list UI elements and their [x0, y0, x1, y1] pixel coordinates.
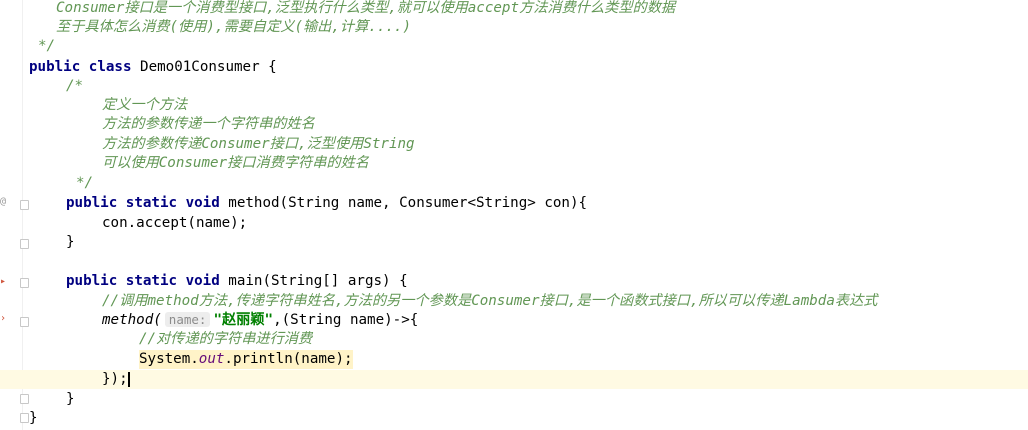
code-line[interactable]: }: [0, 390, 1028, 409]
statement: });: [102, 370, 130, 389]
comment-segment: 方法消费什么类型的数据: [519, 0, 676, 16]
comment-text: */: [38, 38, 56, 54]
code-line[interactable]: */: [0, 37, 1028, 56]
comment-segment: accept: [467, 0, 519, 16]
method-ref: .println(: [224, 351, 302, 367]
keyword: public class: [29, 59, 132, 75]
comment-text: //对传递的字符串进行消费: [139, 331, 313, 347]
method-name: method(: [102, 312, 162, 328]
code-line[interactable]: 至于具体怎么消费(使用),需要自定义(输出,计算....): [0, 18, 1028, 37]
comment-text: 方法的参数传递一个字符串的姓名: [102, 116, 315, 132]
comment-segment: Consumer: [158, 155, 228, 171]
comment-segment: String: [363, 136, 415, 152]
comment-segment: 方法的参数传递: [102, 136, 202, 152]
code-line[interactable]: 定义一个方法: [0, 96, 1028, 115]
code-line[interactable]: public static void method(String name, C…: [0, 194, 1028, 213]
method-signature: method(String name, Consumer<String> con…: [219, 195, 588, 211]
comment-segment: 接口是一个消费型接口,泛型执行什么类型,就可以使用: [124, 0, 468, 16]
class-ref: System.: [139, 351, 199, 367]
comment-segment: Consumer: [56, 0, 125, 16]
method-call: method(name: "赵丽颖",(String name)->{: [102, 311, 418, 330]
comment-segment: 接口,是一个函数式接口,所以可以传递: [539, 293, 784, 309]
closing-brace: }: [66, 391, 75, 407]
code-line[interactable]: /*: [0, 77, 1028, 96]
code-line[interactable]: Consumer接口是一个消费型接口,泛型执行什么类型,就可以使用accept方…: [0, 0, 1028, 18]
parameter-hint: name:: [164, 312, 211, 327]
code-line[interactable]: }: [0, 233, 1028, 252]
comment-text: //调用method方法,传递字符串姓名,方法的另一个参数是Consumer接口…: [102, 292, 877, 311]
comment-segment: 可以使用: [102, 155, 159, 171]
main-declaration: public static void main(String[] args) {: [66, 272, 408, 291]
current-code-line[interactable]: });: [0, 370, 1028, 390]
closing-brace: }: [29, 410, 38, 426]
statement: System.out.println(name);: [139, 350, 353, 370]
code-line[interactable]: //调用method方法,传递字符串姓名,方法的另一个参数是Consumer接口…: [0, 292, 1028, 311]
punctuation: );: [335, 351, 353, 367]
code-line[interactable]: //对传递的字符串进行消费: [0, 330, 1028, 349]
keyword: public static void: [66, 273, 220, 289]
code-line[interactable]: public class Demo01Consumer {: [0, 58, 1028, 77]
class-declaration: public class Demo01Consumer {: [29, 58, 277, 77]
variable-ref: name: [301, 351, 336, 367]
class-name: Demo01Consumer {: [131, 59, 277, 75]
closing-lambda: });: [102, 371, 128, 387]
statement: con.accept(name);: [102, 215, 248, 231]
method-signature: main(String[] args) {: [219, 273, 408, 289]
comment-text: 可以使用Consumer接口消费字符串的姓名: [102, 154, 369, 173]
comment-segment: 表达式: [834, 293, 878, 309]
method-declaration: public static void method(String name, C…: [66, 194, 587, 213]
comment-text: Consumer接口是一个消费型接口,泛型执行什么类型,就可以使用accept方…: [56, 0, 675, 18]
code-line[interactable]: System.out.println(name);: [0, 350, 1028, 370]
comment-segment: 接口,泛型使用: [269, 136, 364, 152]
comment-text: /*: [66, 78, 84, 94]
lambda-params: ,(String name)->{: [273, 312, 419, 328]
code-line[interactable]: con.accept(name);: [0, 214, 1028, 233]
closing-brace: }: [66, 234, 75, 250]
comment-segment: Consumer: [201, 136, 270, 152]
comment-segment: 方法,传递字符串姓名,方法的另一个参数是: [198, 293, 472, 309]
comment-text: */: [76, 175, 94, 191]
code-line[interactable]: }: [0, 409, 1028, 428]
comment-text: 定义一个方法: [102, 97, 188, 113]
comment-segment: method: [147, 293, 199, 309]
code-line[interactable]: method(name: "赵丽颖",(String name)->{: [0, 311, 1028, 330]
comment-segment: //调用: [102, 293, 148, 309]
code-editor[interactable]: @ ▸ › Consumer接口是一个消费型接口,泛型执行什么类型,就可以使用a…: [0, 0, 1028, 430]
code-line[interactable]: */: [0, 174, 1028, 193]
comment-segment: Consumer: [471, 293, 540, 309]
comment-segment: Lambda: [783, 293, 835, 309]
code-line[interactable]: public static void main(String[] args) {: [0, 272, 1028, 291]
code-line[interactable]: 方法的参数传递Consumer接口,泛型使用String: [0, 135, 1028, 154]
string-literal: "赵丽颖": [213, 312, 274, 328]
comment-text: 至于具体怎么消费(使用),需要自定义(输出,计算....): [56, 19, 411, 35]
code-line[interactable]: 可以使用Consumer接口消费字符串的姓名: [0, 154, 1028, 173]
comment-text: 方法的参数传递Consumer接口,泛型使用String: [102, 135, 415, 154]
comment-segment: 接口消费字符串的姓名: [227, 155, 369, 171]
keyword: public static void: [66, 195, 220, 211]
static-field: out: [198, 351, 225, 367]
code-line[interactable]: 方法的参数传递一个字符串的姓名: [0, 115, 1028, 134]
text-caret: [127, 371, 130, 387]
